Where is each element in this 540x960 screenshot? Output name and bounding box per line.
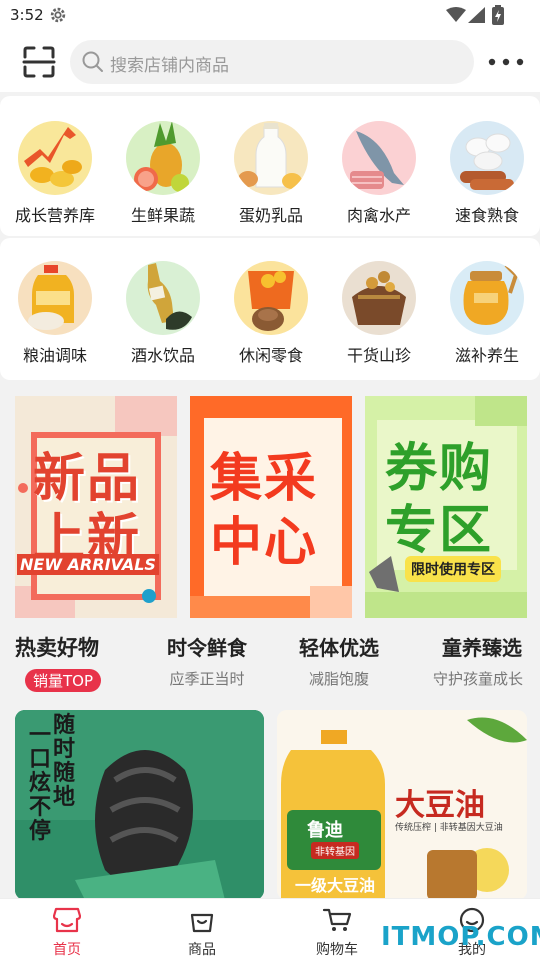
vitamin-capsules-icon xyxy=(18,121,92,195)
category-item-fresh-produce[interactable]: 生鲜果蔬 xyxy=(109,121,217,226)
dried-mushroom-icon xyxy=(342,261,416,335)
product-card-snack[interactable]: 一口炫不停 随时随地 xyxy=(15,710,264,900)
fish-meat-icon xyxy=(342,121,416,195)
tab-light-diet[interactable]: 轻体优选 减脂饱腹 xyxy=(284,632,394,689)
category-label: 速食熟食 xyxy=(454,206,519,225)
product-vertical-text-1: 一口炫不停 xyxy=(29,723,52,844)
tab-title: 轻体优选 xyxy=(299,636,379,660)
banner-title-line2: 专区 xyxy=(385,501,494,561)
category-label: 粮油调味 xyxy=(22,346,87,365)
snack-bag-icon xyxy=(234,261,308,335)
oil-rice-icon xyxy=(18,261,92,335)
nav-home[interactable]: 首页 xyxy=(32,907,102,959)
scan-icon[interactable] xyxy=(22,46,56,78)
watermark: ITMOP.COM xyxy=(381,922,540,952)
status-bar: 3:52 xyxy=(0,0,540,32)
more-options-icon[interactable] xyxy=(488,58,524,66)
product-badge: 非转基因 xyxy=(311,842,359,859)
search-header: 搜索店铺内商品 xyxy=(0,32,540,92)
sales-top-badge: 销量TOP xyxy=(25,669,102,692)
category-label: 休闲零食 xyxy=(238,346,303,365)
dumplings-sausage-icon xyxy=(450,121,524,195)
category-label: 肉禽水产 xyxy=(346,206,411,225)
tab-subtitle: 应季正当时 xyxy=(169,670,245,688)
banner-tag: 限时使用专区 xyxy=(405,556,501,582)
category-panel-2: 粮油调味 酒水饮品 休闲零食 干货山珍 滋补养生 xyxy=(0,238,540,380)
category-item-health-tonics[interactable]: 滋补养生 xyxy=(433,261,540,366)
category-item-eggs-dairy[interactable]: 蛋奶乳品 xyxy=(217,121,325,226)
category-label: 酒水饮品 xyxy=(130,346,195,365)
signal-icon xyxy=(468,7,485,23)
category-panel-1: 成长营养库 生鲜果蔬 蛋奶乳品 肉禽水产 速食熟食 xyxy=(0,96,540,236)
pineapple-fruit-icon xyxy=(126,121,200,195)
app-screen: 3:52 搜索店铺内商品 成长营养库 生鲜果蔬 蛋奶乳品 肉禽水产 速食熟食 粮… xyxy=(0,0,540,960)
product-card-soybean-oil[interactable]: 大豆油 传统压榨 | 非转基因大豆油 鲁迪 非转基因 一级大豆油 xyxy=(277,710,527,900)
search-placeholder: 搜索店铺内商品 xyxy=(110,56,229,76)
nav-label: 首页 xyxy=(53,942,81,958)
search-icon xyxy=(82,51,103,72)
tab-title: 童养臻选 xyxy=(442,636,522,660)
shopping-cart-icon xyxy=(322,908,352,931)
wifi-icon xyxy=(446,7,466,22)
beer-bottle-tea-icon xyxy=(126,261,200,335)
category-item-snacks[interactable]: 休闲零食 xyxy=(217,261,325,366)
product-vertical-text-2: 随时随地 xyxy=(53,713,76,810)
banner-new-arrivals[interactable]: 新品 上新 NEW ARRIVALS xyxy=(15,396,177,618)
nav-products[interactable]: 商品 xyxy=(167,907,237,959)
battery-icon xyxy=(492,5,504,25)
settings-gear-icon xyxy=(50,7,66,23)
category-label: 生鲜果蔬 xyxy=(130,206,195,225)
category-item-grain-oil[interactable]: 粮油调味 xyxy=(1,261,109,366)
banner-title-line2: 中心 xyxy=(210,513,319,573)
nav-label: 商品 xyxy=(188,942,216,958)
tab-title: 热卖好物 xyxy=(15,636,99,660)
tab-kids-selection[interactable]: 童养臻选 守护孩童成长 xyxy=(428,632,540,689)
product-brand: 鲁迪 xyxy=(307,820,343,841)
tab-hot-sale[interactable]: 热卖好物 销量TOP xyxy=(15,632,115,692)
nav-label: 购物车 xyxy=(316,942,358,958)
category-item-dried-goods[interactable]: 干货山珍 xyxy=(325,261,433,366)
category-label: 滋补养生 xyxy=(454,346,519,365)
category-label: 成长营养库 xyxy=(14,206,95,225)
product-tagline: 传统压榨 | 非转基因大豆油 xyxy=(395,823,503,833)
banner-english-text: NEW ARRIVALS xyxy=(17,554,159,575)
product-headline: 大豆油 xyxy=(395,788,485,823)
category-label: 干货山珍 xyxy=(346,346,411,365)
category-item-drinks[interactable]: 酒水饮品 xyxy=(109,261,217,366)
product-bottle-label: 一级大豆油 xyxy=(295,876,376,895)
category-item-growth-nutrition[interactable]: 成长营养库 xyxy=(1,121,109,226)
tab-subtitle: 守护孩童成长 xyxy=(433,670,524,688)
bag-icon xyxy=(190,913,214,933)
milk-bottle-eggs-icon xyxy=(234,121,308,195)
category-item-quick-meals[interactable]: 速食熟食 xyxy=(433,121,540,226)
search-input[interactable]: 搜索店铺内商品 xyxy=(70,40,474,84)
tab-seasonal-fresh[interactable]: 时令鲜食 应季正当时 xyxy=(152,632,262,689)
tab-subtitle: 减脂饱腹 xyxy=(308,670,369,688)
category-label: 蛋奶乳品 xyxy=(238,206,303,225)
nav-cart[interactable]: 购物车 xyxy=(302,907,372,959)
home-shop-icon xyxy=(52,907,82,933)
banner-bulk-purchase[interactable]: 集采 中心 xyxy=(190,396,352,618)
banner-coupon-zone[interactable]: 券购 专区 限时使用专区 xyxy=(365,396,527,618)
tab-title: 时令鲜食 xyxy=(167,636,247,660)
category-item-meat-seafood[interactable]: 肉禽水产 xyxy=(325,121,433,226)
status-time: 3:52 xyxy=(10,6,44,24)
honey-jar-icon xyxy=(450,261,524,335)
